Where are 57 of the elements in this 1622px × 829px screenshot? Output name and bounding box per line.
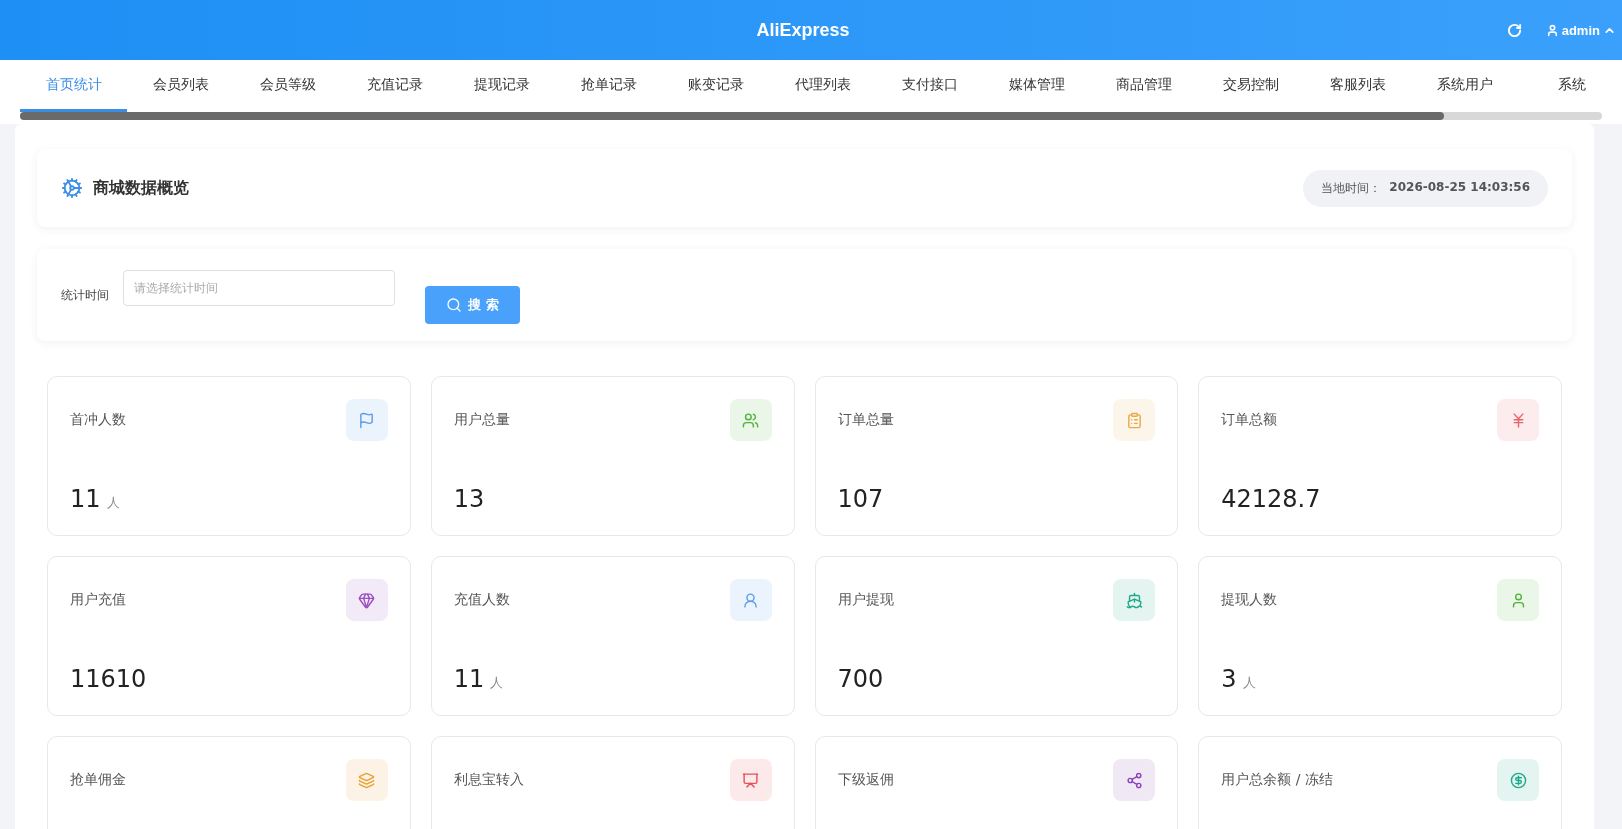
stat-value: 13: [453, 485, 485, 513]
stat-value: 3: [1221, 665, 1237, 693]
stat-label: 充值人数: [453, 591, 510, 609]
users-icon: [742, 411, 759, 429]
user-icon: [1545, 23, 1559, 37]
time-label: 当地时间：: [1321, 179, 1382, 197]
stat-unit: 人: [106, 494, 120, 512]
gear-icon: [61, 177, 83, 199]
stat-label: 订单总量: [837, 411, 894, 429]
nav-tab[interactable]: 客服列表: [1304, 60, 1411, 112]
stat-label: 用户提现: [837, 591, 894, 609]
stat-value: 11: [453, 665, 485, 693]
nav-tab[interactable]: 媒体管理: [983, 60, 1090, 112]
presentation-icon: [742, 771, 759, 789]
refresh-icon[interactable]: [1506, 22, 1522, 38]
stat-label: 下级返佣: [837, 771, 894, 789]
layers-icon: [358, 771, 376, 789]
date-field[interactable]: 请选择统计时间: [123, 270, 395, 306]
gem-icon: [358, 591, 376, 609]
stat-value: 700: [837, 665, 884, 693]
nav-tab[interactable]: 系统: [1518, 60, 1622, 112]
nav-tab[interactable]: 系统用户: [1411, 60, 1518, 112]
nav-tab[interactable]: 会员列表: [127, 60, 234, 112]
nav-tab[interactable]: 充值记录: [341, 60, 448, 112]
nav-tab[interactable]: 交易控制: [1197, 60, 1304, 112]
nav-tab[interactable]: 账变记录: [662, 60, 769, 112]
nav-tab[interactable]: 提现记录: [448, 60, 555, 112]
stat-value: 11: [70, 485, 101, 513]
dollar-icon: [1509, 771, 1527, 789]
stat-label: 用户总余额 / 冻结: [1221, 771, 1333, 789]
user-icon: [742, 591, 759, 609]
stat-label: 用户充值: [70, 591, 126, 609]
clipboard-icon: [1125, 411, 1143, 429]
flag-icon: [358, 411, 376, 429]
search-icon: [446, 297, 463, 313]
app-title: AliExpress: [756, 19, 850, 41]
stat-unit: 人: [490, 674, 504, 692]
ship-icon: [1125, 591, 1143, 609]
nav-tab[interactable]: 代理列表: [769, 60, 876, 112]
share-icon: [1125, 771, 1143, 789]
overview-title: 商城数据概览: [93, 177, 189, 199]
stat-label: 抢单佣金: [70, 771, 126, 789]
nav-tab[interactable]: 会员等级: [234, 60, 341, 112]
stat-unit: 人: [1242, 674, 1256, 692]
stat-value: 107: [837, 485, 884, 513]
filter-label: 统计时间: [61, 286, 109, 304]
stat-label: 首冲人数: [70, 411, 126, 429]
stat-label: 提现人数: [1221, 591, 1278, 609]
stat-label: 利息宝转入: [453, 771, 524, 789]
stat-label: 用户总量: [453, 411, 510, 429]
stat-value: 42128.7: [1221, 485, 1321, 513]
nav-tab[interactable]: 商品管理: [1090, 60, 1197, 112]
stat-value: 11610: [70, 665, 147, 693]
nav-tab[interactable]: 支付接口: [876, 60, 983, 112]
nav-tab[interactable]: 抢单记录: [555, 60, 662, 112]
time-value: 2026-08-25 14:03:56: [1389, 179, 1530, 196]
stat-label: 订单总额: [1221, 411, 1278, 429]
